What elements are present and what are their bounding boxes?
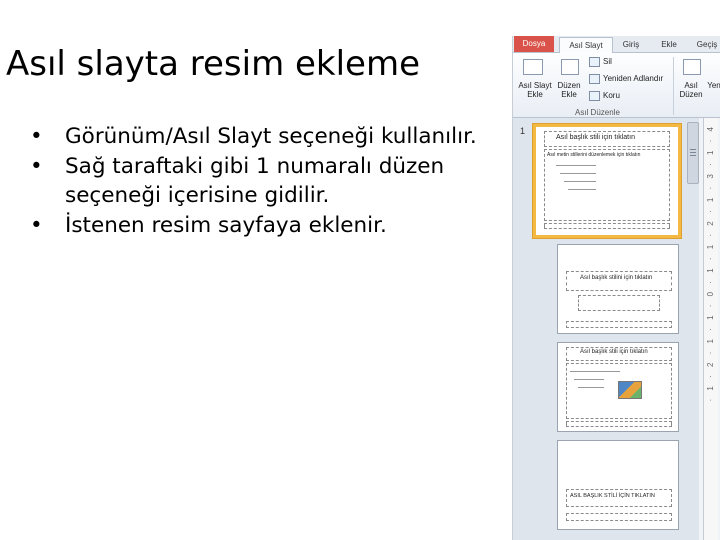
thumb-line	[568, 189, 596, 190]
powerpoint-screenshot: Dosya Asıl Slayt Giriş Ekle Geçiş Asıl S…	[512, 36, 720, 540]
bullet-text: İstenen resim sayfaya eklenir.	[65, 213, 387, 238]
thumb-line	[570, 371, 620, 372]
tab-giris[interactable]: Giriş	[619, 37, 643, 52]
thumb-line	[578, 387, 604, 388]
tab-ekle[interactable]: Ekle	[657, 37, 681, 52]
footer-placeholder	[566, 513, 672, 521]
tab-asil-slayt[interactable]: Asıl Slayt	[559, 37, 613, 53]
footer-placeholder	[544, 223, 670, 229]
subtitle-placeholder	[578, 295, 660, 311]
thumb-title: Asıl başlık stilini için tıklatın	[580, 275, 653, 281]
add-layout-icon	[561, 59, 579, 75]
yen-button[interactable]: Yen	[707, 81, 720, 90]
sil-label: Sil	[603, 57, 612, 67]
ribbon: Asıl Slayt Ekle Düzen Ekle Sil Yeniden A…	[513, 53, 720, 118]
bullet-item: • Sağ taraftaki gibi 1 numaralı düzen seç…	[30, 152, 500, 210]
thumbnail-scrollbar[interactable]	[687, 122, 699, 184]
bullet-list: • Görünüm/Asıl Slayt seçeneği kullanılır.…	[30, 122, 500, 241]
thumb-line	[574, 379, 604, 380]
master-layout-icon	[683, 59, 701, 75]
slide-title: Asıl slayta resim ekleme	[6, 44, 421, 84]
bullet-marker: •	[30, 154, 43, 179]
thumbnail-layout-2[interactable]: Asıl başlık stilini için tıklatın	[557, 244, 679, 334]
thumb-title: ASIL BAŞLIK STİLİ İÇİN TIKLATIN	[570, 493, 655, 499]
thumb-line	[560, 173, 596, 174]
bullet-text: Sağ taraftaki gibi 1 numaralı düzen seçe…	[65, 154, 445, 208]
scroll-grip-line	[690, 152, 696, 153]
asil-duzen-button[interactable]: Asıl Düzen	[677, 81, 705, 99]
thumb-line	[564, 181, 596, 182]
footer-placeholder	[566, 321, 672, 328]
duzen-ekle-button[interactable]: Düzen Ekle	[553, 81, 585, 99]
bullet-text: Görünüm/Asıl Slayt seçeneği kullanılır.	[65, 124, 477, 149]
bullet-item: • İstenen resim sayfaya eklenir.	[30, 211, 500, 240]
bullet-item: • Görünüm/Asıl Slayt seçeneği kullanılır.	[30, 122, 500, 151]
bullet-marker: •	[30, 213, 43, 238]
ribbon-tab-bar: Dosya Asıl Slayt Giriş Ekle Geçiş	[513, 36, 720, 53]
pin-icon	[589, 91, 600, 101]
ribbon-group-separator	[673, 57, 674, 115]
body-placeholder	[544, 149, 670, 221]
sil-button[interactable]: Sil	[589, 57, 612, 67]
scroll-grip-line	[690, 149, 696, 150]
title-placeholder	[566, 271, 672, 291]
tab-dosya[interactable]: Dosya	[514, 36, 554, 52]
thumbnail-layout-3[interactable]: Asıl başlık stili için tıklatın	[557, 342, 679, 432]
thumb-title: Asıl başlık stili için tıklatın	[580, 349, 648, 355]
tab-gecis[interactable]: Geçiş	[693, 37, 720, 52]
thumb-line	[556, 165, 596, 166]
rename-icon	[589, 74, 600, 84]
koru-button[interactable]: Koru	[589, 91, 620, 101]
scroll-grip-line	[690, 155, 696, 156]
inserted-picture-icon	[618, 381, 642, 399]
koru-label: Koru	[603, 91, 620, 101]
thumb-body-text: Asıl metin stillerini düzenlemek için tı…	[547, 152, 641, 158]
ruler-marks: · 1 · 2 · 1 · 1 · 0 · 1 · 1 · 2 · 1 · 3 …	[706, 124, 715, 402]
bullet-marker: •	[30, 124, 43, 149]
group-label-asil-duzenle: Asıl Düzenle	[575, 108, 620, 117]
yeniden-adlandir-label: Yeniden Adlandır	[603, 74, 664, 84]
yeniden-adlandir-button[interactable]: Yeniden Adlandır	[589, 74, 663, 84]
vertical-ruler: · 1 · 2 · 1 · 1 · 0 · 1 · 1 · 2 · 1 · 3 …	[703, 118, 718, 540]
footer-placeholder	[566, 421, 672, 427]
thumbnail-layout-4[interactable]: ASIL BAŞLIK STİLİ İÇİN TIKLATIN	[557, 440, 679, 530]
slide-number: 1	[520, 126, 526, 136]
asil-slayt-ekle-button[interactable]: Asıl Slayt Ekle	[515, 81, 555, 99]
thumbnail-master[interactable]: Asıl başlık stili için tıklatın Asıl met…	[533, 124, 681, 238]
delete-icon	[589, 57, 600, 67]
thumb-title: Asıl başlık stili için tıklatın	[556, 134, 635, 141]
add-master-icon	[523, 59, 543, 75]
